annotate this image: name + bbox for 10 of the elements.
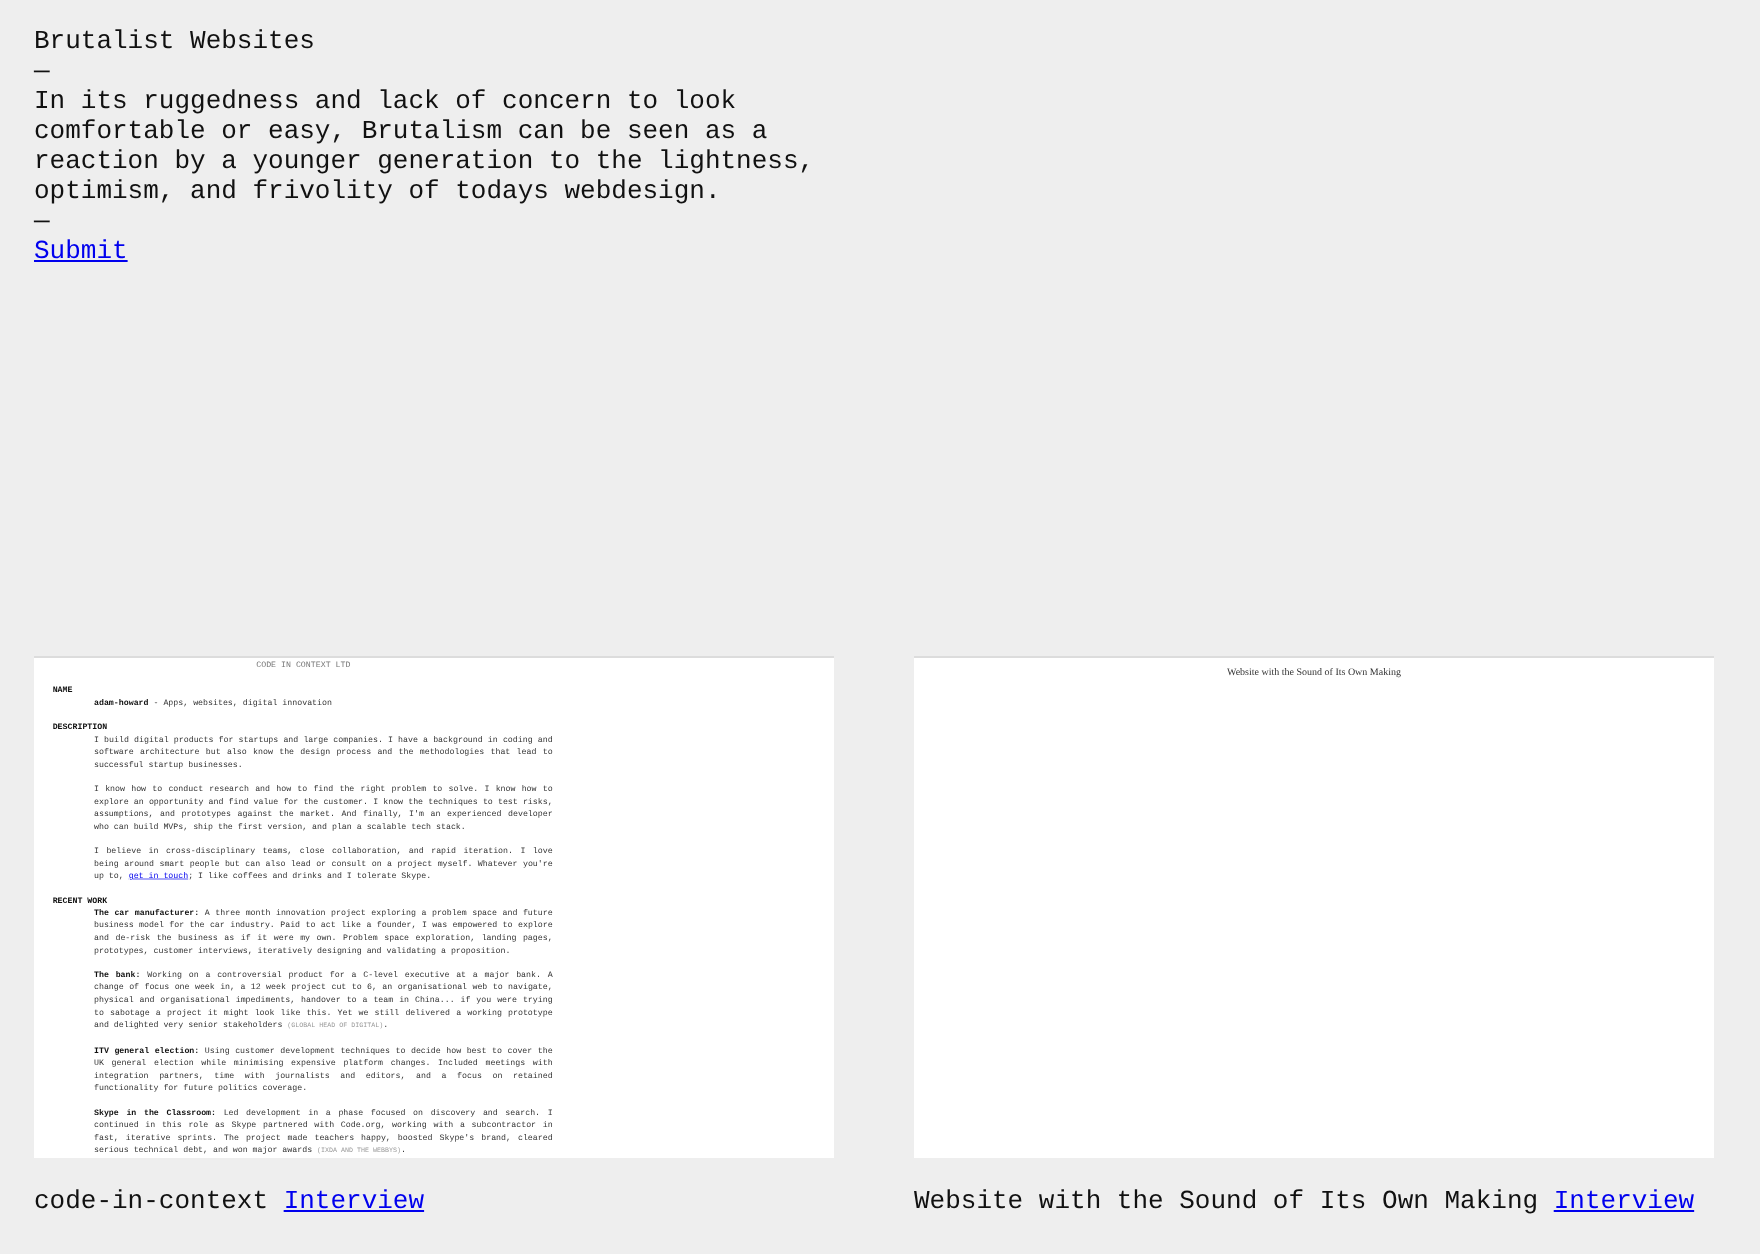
- interview-link[interactable]: Interview: [283, 1186, 425, 1216]
- submit-link[interactable]: Submit: [34, 236, 128, 266]
- site-name: Website with the Sound of Its Own Making: [914, 1186, 1539, 1216]
- website-screenshot[interactable]: [34, 656, 834, 1158]
- dash-separator: —: [34, 56, 50, 86]
- page-title: Brutalist Websites: [34, 26, 315, 56]
- dash-separator: —: [34, 206, 50, 236]
- interview-link[interactable]: Interview: [1553, 1186, 1695, 1216]
- site-name: code-in-context: [34, 1186, 269, 1216]
- description-text: In its ruggedness and lack of concern to look comfortable or easy, Brutalism can be seen as a reaction by a younger generation to the lightness, optimism, and frivolity of todays webdesign.: [34, 86, 817, 206]
